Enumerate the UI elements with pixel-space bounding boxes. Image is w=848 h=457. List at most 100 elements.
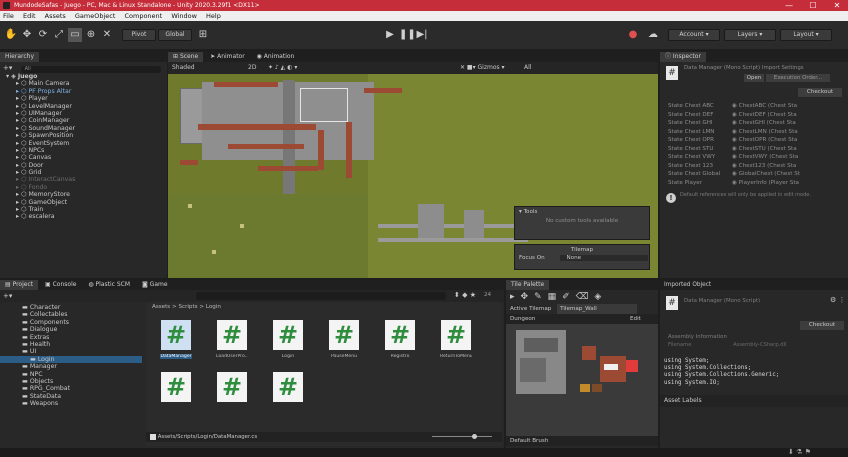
script-asset[interactable]: # PauseMenu [328, 320, 360, 359]
folder-item[interactable]: ▬ NPC [0, 371, 142, 378]
custom-tool-icon[interactable]: ✕ [100, 28, 114, 42]
folder-item[interactable]: ▬ Weapons [0, 400, 142, 407]
folder-item[interactable]: ▬ Extras [0, 334, 142, 341]
hierarchy-item[interactable]: ▸ ⬡ InteractCanvas [0, 176, 167, 183]
tile-highlight[interactable] [604, 364, 618, 370]
tab-animator[interactable]: ➤ Animator [205, 52, 250, 62]
maximize-button[interactable]: ☐ [802, 0, 824, 11]
field-object-reference[interactable]: ◉ ChestDEF (Chest Sta [732, 112, 797, 118]
edit-button[interactable]: Edit [630, 314, 641, 324]
folder-item[interactable]: ▬ Character [0, 304, 142, 311]
field-object-reference[interactable]: ◉ ChestSTU (Chest Sta [732, 146, 797, 152]
folder-item[interactable]: ▬ Objects [0, 378, 142, 385]
script-asset[interactable]: # [216, 372, 248, 406]
folder-item[interactable]: ▬ Login [0, 355, 142, 364]
folder-item[interactable]: ▬ Health [0, 341, 142, 348]
pivot-toggle[interactable]: Pivot [122, 29, 156, 41]
rotate-tool-icon[interactable]: ⟳ [36, 28, 50, 42]
folder-item[interactable]: ▬ StateData [0, 393, 142, 400]
folder-item[interactable]: ▬ Components [0, 319, 142, 326]
move-tool-icon[interactable]: ✥ [20, 28, 34, 42]
hierarchy-item[interactable]: ▸ ⬡ Main Camera [0, 80, 167, 87]
collab-icon[interactable]: ● [626, 28, 640, 42]
menu-file[interactable]: File [3, 12, 14, 20]
project-search[interactable] [196, 292, 446, 300]
gizmos-dropdown[interactable]: ✕ ■▾ Gizmos ▾ [460, 62, 505, 74]
tile-selected-red[interactable] [626, 360, 638, 372]
hierarchy-item[interactable]: ▸ ⬡ Train [0, 206, 167, 213]
tab-game[interactable]: ◙ Game [137, 280, 173, 290]
hierarchy-search[interactable]: All [20, 66, 161, 73]
palette-dropdown[interactable]: Dungeon [510, 316, 535, 322]
hierarchy-item[interactable]: ▸ ⬡ Door [0, 162, 167, 169]
hierarchy-item[interactable]: ▸ ⬡ Grid [0, 169, 167, 176]
slider-handle[interactable] [472, 434, 477, 439]
layout-dropdown[interactable]: Layout ▾ [780, 29, 832, 41]
field-object-reference[interactable]: ◉ ChestGHI (Chest Sta [732, 120, 796, 126]
menu-assets[interactable]: Assets [45, 12, 66, 20]
tile-brick[interactable] [582, 346, 596, 360]
folder-item[interactable]: ▬ Collectables [0, 311, 142, 318]
focus-on-dropdown[interactable]: None [560, 255, 649, 261]
hierarchy-item[interactable]: ▸ ⬡ SpawnPosition [0, 132, 167, 139]
hierarchy-item[interactable]: ▸ ⬡ MemoryStore [0, 191, 167, 198]
hierarchy-item[interactable]: ▸ ⬡ NPCs [0, 147, 167, 154]
minimize-button[interactable]: — [778, 0, 800, 11]
tab-tile-palette[interactable]: Tile Palette [506, 280, 550, 290]
fill-icon[interactable]: ◈ [594, 292, 607, 302]
tab-hierarchy[interactable]: Hierarchy [0, 52, 40, 62]
lighting-icon[interactable]: ✦ ♪ ◭ ◐ ▾ [268, 62, 297, 74]
hierarchy-item[interactable]: ▸ ⬡ Fondo [0, 184, 167, 191]
create-icon[interactable]: +▾ [3, 292, 12, 300]
layers-dropdown[interactable]: Layers ▾ [724, 29, 776, 41]
tile-wood[interactable] [592, 384, 602, 392]
grid-snap-icon[interactable]: ⊞ [196, 28, 210, 42]
brush-icon[interactable]: ✎ [534, 292, 548, 302]
transform-tool-icon[interactable]: ⊕ [84, 28, 98, 42]
hierarchy-item[interactable]: ▸ ⬡ EventSystem [0, 140, 167, 147]
tab-scene[interactable]: ⊞ Scene [168, 52, 204, 62]
script-asset[interactable]: # [160, 372, 192, 406]
move-tile-icon[interactable]: ✥ [521, 292, 535, 302]
hierarchy-item[interactable]: ▸ ⬡ GameObject [0, 199, 167, 206]
hierarchy-item[interactable]: ▸ ⬡ Canvas [0, 154, 167, 161]
menu-component[interactable]: Component [124, 12, 162, 20]
open-button[interactable]: Open [744, 74, 764, 82]
hierarchy-item[interactable]: ▸ ⬡ CoinManager [0, 117, 167, 124]
field-object-reference[interactable]: ◉ GlobalChest (Chest St [732, 171, 800, 177]
tile-gold[interactable] [580, 384, 590, 392]
script-asset[interactable]: # Login [272, 320, 304, 359]
hierarchy-item[interactable]: ▸ ⬡ Player [0, 95, 167, 102]
eraser-icon[interactable]: ⌫ [576, 292, 595, 302]
rect-tool-icon[interactable]: ▭ [68, 28, 82, 42]
close-button[interactable]: ✕ [826, 0, 848, 11]
field-object-reference[interactable]: ◉ ChestLMN (Chest Sta [732, 129, 798, 135]
menu-window[interactable]: Window [171, 12, 197, 20]
tab-inspector[interactable]: ⓘ Inspector [660, 52, 706, 62]
field-object-reference[interactable]: ◉ Chest123 (Chest Sta [732, 163, 796, 169]
field-object-reference[interactable]: ◉ ChestOPR (Chest Sta [732, 137, 797, 143]
tab-project[interactable]: ▤ Project [0, 280, 39, 290]
field-object-reference[interactable]: ◉ ChestABC (Chest Sta [732, 103, 797, 109]
script-asset[interactable]: # DataManager [160, 320, 192, 359]
filter-icons[interactable]: ⬍ ◆ ★ [454, 291, 476, 299]
active-tilemap-dropdown[interactable]: Tilemap_Wall [557, 304, 638, 314]
scale-tool-icon[interactable]: ⤢ [52, 28, 66, 42]
global-toggle[interactable]: Global [158, 29, 192, 41]
add-icon[interactable]: +▾ [3, 64, 12, 72]
field-object-reference[interactable]: ◉ PlayerInfo (Player Sta [732, 180, 799, 186]
script-asset[interactable]: # ReturnToMenu [440, 320, 472, 359]
folder-item[interactable]: ▬ Manager [0, 363, 142, 370]
hierarchy-item[interactable]: ▸ ⬡ escalera [0, 213, 167, 220]
picker-icon[interactable]: ✐ [562, 292, 576, 302]
box-fill-icon[interactable]: ▦ [548, 292, 563, 302]
mode-2d-toggle[interactable]: 2D [248, 62, 256, 74]
step-icon[interactable]: ▶| [415, 28, 429, 42]
palette-grid[interactable] [506, 324, 658, 436]
checkout-button[interactable]: Checkout [798, 88, 842, 97]
tab-plastic-scm[interactable]: ◍ Plastic SCM [83, 280, 135, 290]
hierarchy-item[interactable]: ▸ ⬡ SoundManager [0, 125, 167, 132]
shading-dropdown[interactable]: Shaded [172, 64, 195, 71]
folder-item[interactable]: ▬ UI [0, 348, 142, 355]
folder-item[interactable]: ▬ RPG_Combat [0, 385, 142, 392]
